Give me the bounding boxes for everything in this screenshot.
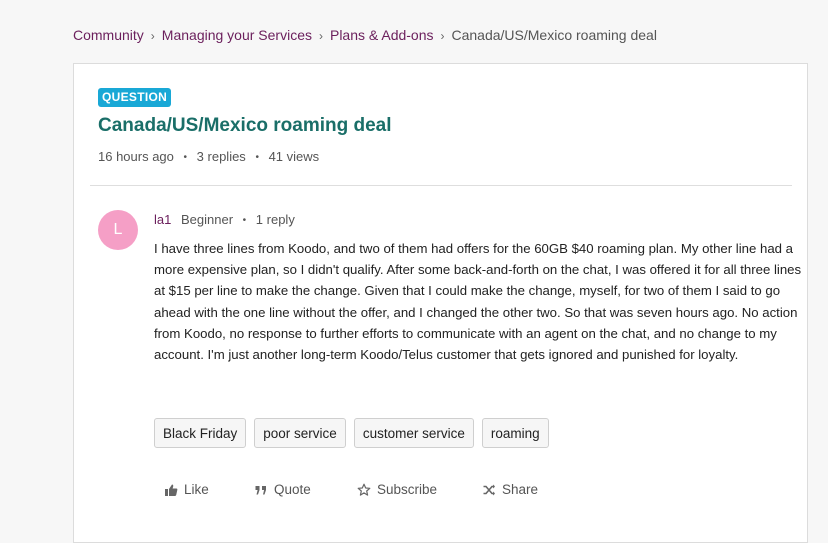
avatar[interactable]: L <box>98 210 138 250</box>
breadcrumb-current: Canada/US/Mexico roaming deal <box>451 27 657 43</box>
post-actions: Like Quote Subscribe Share <box>164 482 552 497</box>
share-label: Share <box>502 482 539 497</box>
tag-customer-service[interactable]: customer service <box>353 418 474 448</box>
question-badge: QUESTION <box>98 88 172 107</box>
chevron-right-icon: › <box>318 29 323 43</box>
share-button[interactable]: Share <box>482 482 552 497</box>
quote-button[interactable]: Quote <box>254 482 357 497</box>
post-time: 16 hours ago <box>98 149 174 164</box>
quote-icon <box>254 483 268 497</box>
meta-dot: • <box>255 152 259 163</box>
meta-dot: • <box>183 152 188 163</box>
breadcrumb-managing-services[interactable]: Managing your Services <box>162 27 312 43</box>
meta-dot: • <box>242 215 247 226</box>
like-label: Like <box>184 482 209 497</box>
author-name[interactable]: la1 <box>154 212 171 227</box>
view-count: 41 views <box>268 149 320 164</box>
post-title: Canada/US/Mexico roaming deal <box>98 115 392 136</box>
share-icon <box>482 483 496 497</box>
tag-black-friday[interactable]: Black Friday <box>154 418 247 448</box>
chevron-right-icon: › <box>440 29 445 43</box>
reply-count: 3 replies <box>196 149 246 164</box>
post-body: I have three lines from Koodo, and two o… <box>154 241 802 363</box>
divider <box>90 185 792 186</box>
chevron-right-icon: › <box>150 29 155 43</box>
subscribe-label: Subscribe <box>377 482 438 497</box>
like-button[interactable]: Like <box>164 482 254 497</box>
thumbs-up-icon <box>164 483 178 497</box>
post-meta: 16 hours ago • 3 replies • 41 views <box>98 149 319 164</box>
breadcrumb-community[interactable]: Community <box>73 27 144 43</box>
breadcrumb-plans-addons[interactable]: Plans & Add-ons <box>330 27 434 43</box>
quote-label: Quote <box>274 482 311 497</box>
tag-poor-service[interactable]: poor service <box>254 418 346 448</box>
post-card: QUESTION Canada/US/Mexico roaming deal 1… <box>73 63 808 543</box>
author-reply-count: 1 reply <box>255 212 295 227</box>
tag-roaming[interactable]: roaming <box>481 418 549 448</box>
author-line: la1 Beginner • 1 reply <box>154 212 295 227</box>
tag-list: Black Friday poor service customer servi… <box>154 418 549 448</box>
star-icon <box>357 483 371 497</box>
author-rank: Beginner <box>180 212 234 227</box>
subscribe-button[interactable]: Subscribe <box>357 482 482 497</box>
breadcrumb: Community › Managing your Services › Pla… <box>73 27 657 43</box>
